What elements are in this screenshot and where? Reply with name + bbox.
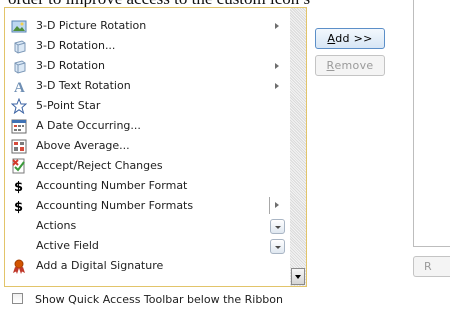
vertical-scrollbar[interactable]	[290, 8, 306, 286]
add-button-label: A	[327, 32, 336, 45]
reset-button[interactable]: R	[413, 256, 450, 277]
submenu-arrow-icon	[275, 23, 279, 29]
list-item[interactable]: Add a Digital Signature	[5, 256, 290, 276]
add-button[interactable]: Add >>	[315, 28, 385, 49]
dollar-icon: $	[11, 198, 27, 214]
show-below-ribbon-label: Show Quick Access Toolbar below the Ribb…	[35, 293, 283, 306]
svg-text:$: $	[14, 180, 23, 194]
dropdown-arrow-icon[interactable]	[270, 219, 285, 234]
list-item-label: Above Average...	[36, 139, 130, 152]
list-item[interactable]: $ Accounting Number Formats	[5, 196, 290, 216]
remove-button-label: R	[326, 59, 335, 72]
submenu-arrow-icon	[275, 83, 279, 89]
list-item[interactable]: Above Average...	[5, 136, 290, 156]
svg-text:A: A	[14, 80, 25, 94]
list-item-label: 5-Point Star	[36, 99, 101, 112]
list-item[interactable]: 3-D Rotation...	[5, 36, 290, 56]
add-button-label-rest: dd >>	[335, 32, 373, 45]
list-item-label: 3-D Rotation...	[36, 39, 116, 52]
dropdown-arrow-icon[interactable]	[270, 239, 285, 254]
rotation-icon	[11, 38, 27, 54]
list-item-label: 3-D Rotation	[36, 59, 105, 72]
list-item-label: 3-D Text Rotation	[36, 79, 131, 92]
date-occurring-icon	[11, 118, 27, 134]
list-item[interactable]: 3-D Rotation	[5, 56, 290, 76]
list-item-label: Accounting Number Formats	[36, 199, 194, 212]
list-item-label: Add a Digital Signature	[36, 259, 164, 272]
reset-button-label: R	[424, 260, 432, 273]
split-arrow-icon[interactable]	[269, 197, 283, 214]
svg-text:$: $	[14, 200, 23, 214]
show-below-ribbon-checkbox[interactable]	[12, 293, 23, 304]
submenu-arrow-icon	[275, 63, 279, 69]
list-item-label: Accounting Number Format	[36, 179, 188, 192]
commands-list[interactable]: 3-D Picture Rotation 3-D Rotation... 3-D R…	[4, 7, 307, 287]
list-item[interactable]: $ Accounting Number Format	[5, 176, 290, 196]
remove-button-label-rest: emove	[334, 59, 374, 72]
list-item[interactable]: Actions	[5, 216, 290, 236]
list-item[interactable]: A Date Occurring...	[5, 116, 290, 136]
list-item[interactable]: Accept/Reject Changes	[5, 156, 290, 176]
list-item[interactable]: 5-Point Star	[5, 96, 290, 116]
list-item[interactable]: Active Field	[5, 236, 290, 256]
list-item-label: 3-D Picture Rotation	[36, 19, 147, 32]
above-average-icon	[11, 138, 27, 154]
star-icon	[11, 98, 27, 114]
digital-signature-icon	[11, 258, 27, 274]
text-rotation-icon: A	[11, 78, 27, 94]
list-item-label: Accept/Reject Changes	[36, 159, 163, 172]
toolbar-commands-list[interactable]	[413, 0, 450, 247]
list-item-label: Active Field	[36, 239, 99, 252]
list-item[interactable]: A 3-D Text Rotation	[5, 76, 290, 96]
remove-button[interactable]: Remove	[315, 55, 385, 76]
list-item-label: A Date Occurring...	[36, 119, 141, 132]
dollar-icon: $	[11, 178, 27, 194]
picture-rotation-icon	[11, 18, 27, 34]
accept-reject-icon	[11, 158, 27, 174]
scroll-down-button[interactable]	[291, 268, 305, 285]
rotation-icon	[11, 58, 27, 74]
list-item[interactable]: 3-D Picture Rotation	[5, 16, 290, 36]
list-item-label: Actions	[36, 219, 77, 232]
